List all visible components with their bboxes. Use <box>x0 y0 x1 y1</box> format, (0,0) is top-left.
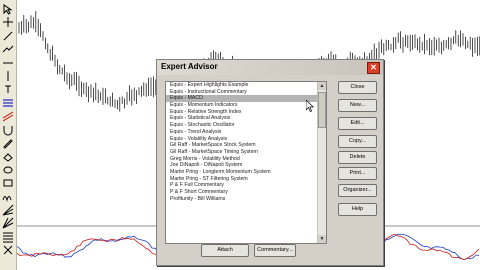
magnet-icon[interactable] <box>2 124 14 136</box>
expert-list-item[interactable]: Martin Pring - ST Filtering System <box>166 176 317 183</box>
copy-button[interactable]: Copy... <box>338 135 377 148</box>
expert-list-item[interactable]: P & F Short Commentary <box>166 189 317 196</box>
arrow-icon[interactable] <box>2 3 14 15</box>
expert-list[interactable]: Equis - Expert Highlights Example Equis -… <box>165 81 327 244</box>
channel-icon[interactable] <box>2 110 14 122</box>
expert-list-item[interactable]: Equis - Momentum Indicators <box>166 102 317 109</box>
quadrant-icon[interactable] <box>2 231 14 243</box>
expert-list-item[interactable]: Equis - Expert Highlights Example <box>166 82 317 89</box>
scroll-up-icon[interactable]: ▲ <box>318 82 326 90</box>
vertical-line-icon[interactable] <box>2 70 14 82</box>
scroll-down-icon[interactable]: ▼ <box>318 235 326 243</box>
gann-icon[interactable] <box>2 217 14 229</box>
close-icon[interactable]: ✕ <box>367 62 380 74</box>
expert-list-item[interactable]: Equis - MACD <box>166 95 317 103</box>
expert-list-item[interactable]: Equis - Statistical Analysis <box>166 115 317 122</box>
delete-button[interactable]: Delete <box>338 151 377 164</box>
list-scrollbar[interactable]: ▲ ▼ <box>317 82 326 243</box>
horizontal-line-icon[interactable] <box>2 57 14 69</box>
new-button[interactable]: New... <box>338 99 377 112</box>
expert-list-item[interactable]: Equis - Volatility Analysis <box>166 136 317 143</box>
help-button[interactable]: Help <box>338 203 377 216</box>
rectangle-icon[interactable] <box>2 177 14 189</box>
trend-icon[interactable] <box>2 43 14 55</box>
dialog-title: Expert Advisor <box>161 62 218 71</box>
expert-list-item[interactable]: Equis - Instructional Commentary <box>166 89 317 96</box>
print-button[interactable]: Print... <box>338 167 377 180</box>
expert-list-item[interactable]: Profitunity - Bill Williams <box>166 196 317 203</box>
line-icon[interactable] <box>2 30 14 42</box>
expert-list-item[interactable]: Gil Raff - MarketSpace Stock System <box>166 142 317 149</box>
expert-list-items: Equis - Expert Highlights Example Equis -… <box>166 82 317 202</box>
mouse-cursor-icon <box>306 100 314 112</box>
expert-list-item[interactable]: Joe DiNapoli - DiNapoli System <box>166 162 317 169</box>
expert-list-item[interactable]: Greg Morris - Volatility Method <box>166 156 317 163</box>
expert-list-item[interactable]: Martin Pring - Longterm Momentum System <box>166 169 317 176</box>
ellipse-icon[interactable] <box>2 164 14 176</box>
expert-list-item[interactable]: Gil Raff - MarketSpace Timing System <box>166 149 317 156</box>
cycle-icon[interactable] <box>2 191 14 203</box>
scroll-thumb[interactable] <box>318 92 326 128</box>
attach-button[interactable]: Attach <box>201 244 249 257</box>
speed-line-icon[interactable] <box>2 204 14 216</box>
expert-list-item[interactable]: Equis - Trend Analysis <box>166 129 317 136</box>
crosshair-icon[interactable] <box>2 16 14 28</box>
eraser-icon[interactable] <box>2 150 14 163</box>
dialog-titlebar[interactable]: Expert Advisor ✕ <box>157 60 383 75</box>
drawing-toolbar <box>0 0 17 270</box>
pencil-icon[interactable] <box>2 137 14 149</box>
fibonacci-icon[interactable] <box>2 97 14 109</box>
organizer-button[interactable]: Organizer... <box>338 184 377 197</box>
text-icon[interactable] <box>2 83 14 95</box>
edit-button[interactable]: Edit... <box>338 117 377 130</box>
expert-list-item[interactable]: Equis - Relative Strength Index <box>166 109 317 116</box>
expert-advisor-dialog: Expert Advisor ✕ Equis - Expert Highligh… <box>156 59 384 266</box>
close-button[interactable]: Close <box>338 81 377 94</box>
expert-list-item[interactable]: P & F Full Commentary <box>166 182 317 189</box>
expert-list-item[interactable]: Equis - Stochastic Oscillator <box>166 122 317 129</box>
erase-all-icon[interactable] <box>2 244 14 256</box>
commentary-button[interactable]: Commentary... <box>254 244 296 257</box>
